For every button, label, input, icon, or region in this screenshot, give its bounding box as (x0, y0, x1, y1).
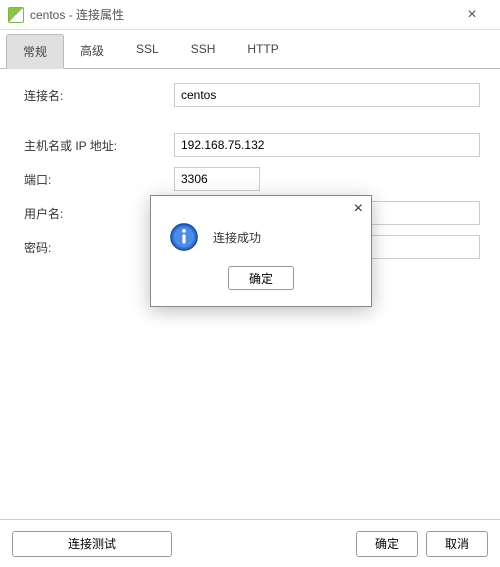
tab-advanced[interactable]: 高级 (64, 34, 120, 68)
dialog-close-button[interactable]: × (354, 200, 363, 218)
tab-ssh[interactable]: SSH (175, 34, 232, 68)
app-icon (8, 7, 24, 23)
port-input[interactable] (174, 167, 260, 191)
port-label: 端口: (24, 171, 174, 188)
tab-bar: 常规 高级 SSL SSH HTTP (0, 30, 500, 69)
cancel-button[interactable]: 取消 (426, 531, 488, 557)
dialog-ok-button[interactable]: 确定 (228, 266, 294, 290)
host-label: 主机名或 IP 地址: (24, 137, 174, 154)
test-connection-button[interactable]: 连接测试 (12, 531, 172, 557)
message-dialog: × 连接成功 确定 (150, 195, 372, 307)
connection-name-input[interactable] (174, 83, 480, 107)
titlebar: centos - 连接属性 × (0, 0, 500, 30)
tab-http[interactable]: HTTP (231, 34, 294, 68)
ok-button[interactable]: 确定 (356, 531, 418, 557)
tab-ssl[interactable]: SSL (120, 34, 175, 68)
info-icon (169, 222, 199, 252)
host-input[interactable] (174, 133, 480, 157)
window-title: centos - 连接属性 (30, 6, 452, 23)
window-close-button[interactable]: × (452, 6, 492, 24)
connection-name-label: 连接名: (24, 87, 174, 104)
footer: 连接测试 确定 取消 (0, 519, 500, 567)
dialog-message: 连接成功 (213, 229, 261, 246)
tab-general[interactable]: 常规 (6, 34, 64, 69)
